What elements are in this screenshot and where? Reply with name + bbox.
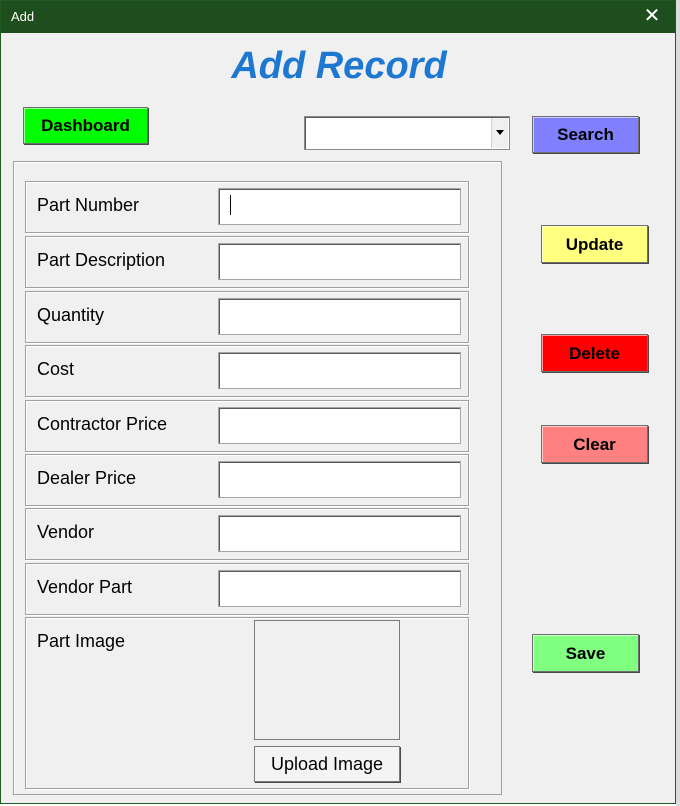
vendor-input[interactable] (218, 515, 461, 552)
field-label: Vendor (37, 522, 95, 542)
upload-image-button[interactable]: Upload Image (254, 746, 400, 782)
delete-button[interactable]: Delete (541, 334, 648, 372)
field-row-vendor: Vendor (25, 508, 469, 560)
field-label: Dealer Price (37, 468, 137, 488)
save-button[interactable]: Save (532, 634, 639, 672)
field-label: Cost (37, 359, 75, 379)
field-label: Vendor Part (37, 577, 133, 597)
field-label: Contractor Price (37, 414, 168, 434)
field-row-vendor-part: Vendor Part (25, 563, 469, 615)
part-image-preview (254, 620, 400, 740)
update-button[interactable]: Update (541, 225, 648, 263)
field-row-dealer-price: Dealer Price (25, 454, 469, 506)
combo-dropdown-button[interactable] (491, 118, 508, 148)
contractor-price-input[interactable] (218, 407, 461, 444)
quantity-input[interactable] (218, 298, 461, 335)
field-label: Part Description (37, 250, 166, 270)
field-label: Quantity (37, 305, 105, 325)
vendor-part-input[interactable] (218, 570, 461, 607)
window-title: Add (11, 9, 35, 24)
field-label: Part Number (37, 195, 140, 215)
title-bar: Add ✕ (1, 1, 675, 33)
dealer-price-input[interactable] (218, 461, 461, 498)
field-row-part-description: Part Description (25, 236, 469, 288)
search-combo[interactable] (304, 116, 510, 150)
part-number-input[interactable] (218, 188, 461, 225)
clear-button[interactable]: Clear (541, 425, 648, 463)
dashboard-button[interactable]: Dashboard (23, 107, 148, 144)
text-cursor (230, 195, 231, 215)
add-record-dialog: Add ✕ Add Record Dashboard Search Part N… (0, 0, 676, 804)
form-heading: Add Record (231, 45, 447, 87)
chevron-down-icon (496, 130, 504, 135)
part-image-section: Part Image Upload Image (25, 617, 469, 789)
cost-input[interactable] (218, 352, 461, 389)
search-button[interactable]: Search (532, 116, 639, 153)
field-row-quantity: Quantity (25, 291, 469, 343)
background-app (676, 0, 680, 806)
field-row-part-number: Part Number (25, 181, 469, 233)
part-image-label: Part Image (37, 631, 126, 651)
part-description-input[interactable] (218, 243, 461, 280)
field-row-cost: Cost (25, 345, 469, 397)
field-row-contractor-price: Contractor Price (25, 400, 469, 452)
close-icon[interactable]: ✕ (641, 5, 663, 27)
